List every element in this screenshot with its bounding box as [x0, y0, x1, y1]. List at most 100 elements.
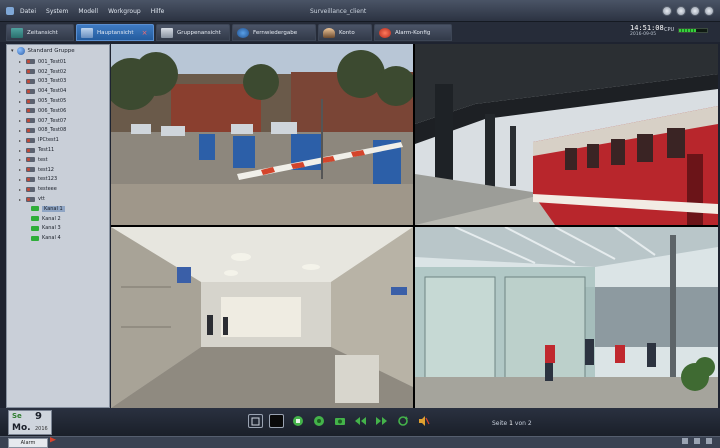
- tree-device-item[interactable]: ▸ 004_Test04: [19, 86, 109, 96]
- menu-datei[interactable]: Datei: [20, 8, 36, 15]
- date-widget: Se 9 Mo. 2016: [8, 410, 52, 435]
- tree-device-item[interactable]: ▸ 001_Test01: [19, 57, 109, 67]
- page-prefix: Seite: [492, 420, 508, 427]
- tab-konto[interactable]: Konto: [318, 24, 372, 41]
- expand-icon[interactable]: ▾: [11, 48, 14, 54]
- refresh-icon[interactable]: [395, 414, 410, 428]
- recorder-icon: [26, 167, 35, 173]
- minimize-window-button[interactable]: [676, 6, 686, 16]
- date-weekday: Mo.: [12, 423, 31, 433]
- recorder-icon: [26, 127, 35, 133]
- page-indicator: Seite 1 von 2: [492, 420, 532, 427]
- camera-feed-passage: [111, 227, 413, 408]
- camera-feed-train-platform: [415, 44, 718, 225]
- tree-device-item[interactable]: ▸ IPCtest1: [19, 135, 109, 145]
- fit-screen-icon[interactable]: [248, 414, 263, 428]
- expand-icon[interactable]: ▸: [19, 118, 23, 123]
- menu-bar: Datei System Modell Workgroup Hilfe: [20, 8, 164, 15]
- close-panel-icon[interactable]: [706, 438, 712, 444]
- tree-camera-item[interactable]: Kanal 1: [19, 204, 109, 214]
- snapshot-icon[interactable]: [311, 414, 326, 428]
- help-window-button[interactable]: [662, 6, 672, 16]
- expand-icon[interactable]: ▸: [19, 59, 23, 64]
- expand-icon[interactable]: ▸: [19, 69, 23, 74]
- close-icon[interactable]: ×: [142, 29, 148, 37]
- tree-device-label: test: [38, 156, 48, 163]
- expand-icon[interactable]: ▸: [19, 108, 23, 113]
- tab-bar: Zeitansicht Hauptansicht × Gruppenansich…: [0, 22, 720, 42]
- window-title: Surveillance_client: [310, 8, 367, 15]
- tree-device-item[interactable]: ▸ 006_Test06: [19, 106, 109, 116]
- menu-modell[interactable]: Modell: [78, 8, 98, 15]
- tab-hauptansicht[interactable]: Hauptansicht ×: [76, 24, 154, 41]
- video-cell-3[interactable]: [111, 227, 413, 408]
- tab-fernwiedergabe[interactable]: Fernwiedergabe: [232, 24, 316, 41]
- fullscreen-icon[interactable]: [269, 414, 284, 428]
- tab-zeitansicht[interactable]: Zeitansicht: [6, 24, 74, 41]
- expand-icon[interactable]: ▸: [19, 187, 23, 192]
- tree-root[interactable]: ▾ Standard Gruppe: [11, 47, 75, 55]
- tree-device-label: test12: [38, 166, 54, 173]
- forward-icon[interactable]: [374, 414, 389, 428]
- tree-device-item[interactable]: ▸ 005_Test05: [19, 96, 109, 106]
- rewind-icon[interactable]: [353, 414, 368, 428]
- video-cell-1[interactable]: [111, 44, 413, 225]
- tree-camera-item[interactable]: Kanal 3: [19, 224, 109, 234]
- tree-camera-item[interactable]: Kanal 2: [19, 214, 109, 224]
- tab-gruppenansicht[interactable]: Gruppenansicht: [156, 24, 230, 41]
- recorder-icon: [26, 147, 35, 153]
- alarm-tab[interactable]: Alarm: [8, 438, 48, 448]
- tree-device-item[interactable]: ▸ test12: [19, 165, 109, 175]
- camera-view-icon: [81, 27, 93, 38]
- tree-device-item[interactable]: ▸ test: [19, 155, 109, 165]
- clock-panel: 14:51:08 2016-09-05 CPU: [630, 24, 714, 40]
- close-window-button[interactable]: [704, 6, 714, 16]
- tree-device-label: 001_Test01: [38, 58, 67, 65]
- tree-device-item[interactable]: ▸ 008_Test08: [19, 126, 109, 136]
- menu-hilfe[interactable]: Hilfe: [151, 8, 165, 15]
- window-icon[interactable]: [694, 438, 700, 444]
- expand-icon[interactable]: ▸: [19, 79, 23, 84]
- tree-device-item[interactable]: ▸ 007_Test07: [19, 116, 109, 126]
- expand-icon[interactable]: ▸: [19, 99, 23, 104]
- expand-icon[interactable]: ▸: [19, 148, 23, 153]
- expand-icon[interactable]: ▸: [19, 89, 23, 94]
- cpu-meter-fill: [679, 29, 696, 32]
- menu-system[interactable]: System: [46, 8, 68, 15]
- tab-alarm-konfig[interactable]: Alarm-Konfig: [374, 24, 452, 41]
- tree-device-item[interactable]: ▸ 002_Test02: [19, 67, 109, 77]
- cpu-meter: [678, 28, 708, 33]
- tree-device-item[interactable]: ▸ Test11: [19, 145, 109, 155]
- tab-label: Zeitansicht: [27, 29, 58, 36]
- video-cell-2[interactable]: [415, 44, 718, 225]
- tree-camera-label: Kanal 3: [42, 225, 61, 232]
- tree-device-item[interactable]: ▸ testeee: [19, 184, 109, 194]
- camera-icon[interactable]: [332, 414, 347, 428]
- camera-icon: [31, 216, 39, 222]
- expand-icon[interactable]: ▸: [19, 177, 23, 182]
- expand-icon[interactable]: ▸: [19, 157, 23, 162]
- menu-workgroup[interactable]: Workgroup: [108, 8, 141, 15]
- tree-device-item[interactable]: ▸ vtt: [19, 194, 109, 204]
- expand-icon[interactable]: ▸: [19, 128, 23, 133]
- video-cell-4[interactable]: [415, 227, 718, 408]
- tree-device-label: test123: [38, 176, 58, 183]
- date-year: 2016: [35, 426, 48, 432]
- tree-camera-item[interactable]: Kanal 4: [19, 233, 109, 243]
- expand-icon[interactable]: ▸: [19, 197, 23, 202]
- pin-icon[interactable]: [682, 438, 688, 444]
- recorder-icon: [26, 176, 35, 182]
- expand-icon[interactable]: ▸: [19, 167, 23, 172]
- maximize-window-button[interactable]: [690, 6, 700, 16]
- record-icon[interactable]: [290, 414, 305, 428]
- recorder-icon: [26, 88, 35, 94]
- tree-device-item[interactable]: ▸ 003_Test03: [19, 77, 109, 87]
- recorder-icon: [26, 78, 35, 84]
- mute-icon[interactable]: [416, 414, 431, 428]
- page-sep: von: [514, 420, 526, 427]
- expand-icon[interactable]: ▸: [19, 138, 23, 143]
- tab-label: Hauptansicht: [97, 29, 134, 36]
- camera-icon: [31, 225, 39, 231]
- cpu-label: CPU: [664, 27, 675, 33]
- tree-device-item[interactable]: ▸ test123: [19, 175, 109, 185]
